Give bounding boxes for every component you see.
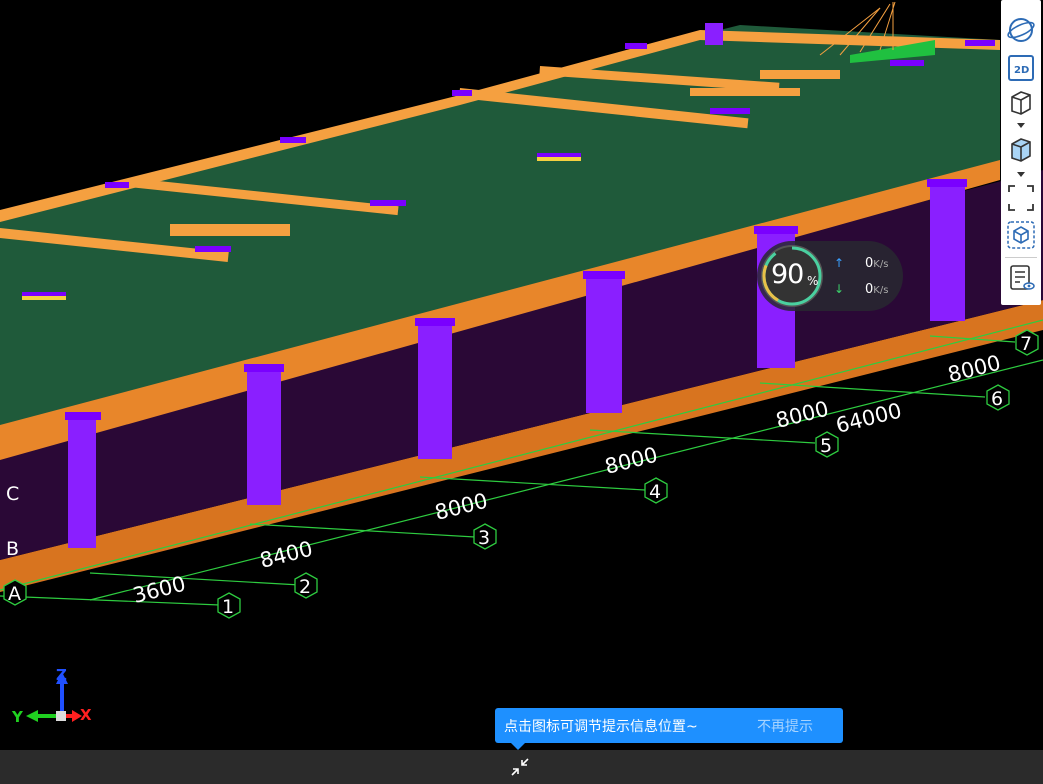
svg-text:A: A [8,583,21,605]
svg-text:7: 7 [1020,333,1032,355]
fullscreen-icon[interactable] [1005,182,1037,214]
svg-text:4: 4 [649,481,661,503]
3d-viewport[interactable]: 3600 8400 8000 8000 8000 8000 64000 1 2 … [0,0,1043,750]
performance-widget[interactable]: 90 % ↑ 0K/s ↓ 0K/s [757,241,903,311]
dim-label: 8000 [773,397,831,433]
svg-text:B: B [6,538,19,560]
building-model-scene[interactable]: 3600 8400 8000 8000 8000 8000 64000 1 2 … [0,0,1043,750]
svg-text:2D: 2D [1014,65,1029,76]
dont-show-again-link[interactable]: 不再提示 [757,716,813,736]
wireframe-cube-icon[interactable] [1005,86,1037,118]
orbit-icon[interactable] [1005,14,1037,46]
upload-rate: 0K/s [865,256,889,271]
model-cube-icon[interactable] [1005,219,1037,251]
perf-percent: 90 [771,259,804,290]
z-axis-label: Z [56,666,67,684]
column [418,322,452,459]
x-axis-label: X [80,706,92,724]
properties-icon[interactable] [1005,262,1037,294]
column [247,370,281,505]
dim-label: 8000 [432,489,490,525]
tip-message: 点击图标可调节提示信息位置~ [504,719,698,735]
svg-text:5: 5 [820,435,832,457]
column [930,183,965,321]
chevron-down-icon[interactable] [1017,172,1025,177]
column [68,418,96,548]
bottom-bar [0,750,1043,784]
svg-text:C: C [6,483,19,505]
view-toolbar: 2D [1001,0,1041,305]
dim-label: 8000 [602,443,660,479]
svg-text:3: 3 [478,527,490,549]
download-rate: 0K/s [865,282,889,297]
svg-text:1: 1 [222,596,234,618]
axis-gizmo: Z Y X [10,666,100,730]
upload-arrow-icon: ↑ [834,256,845,270]
dim-label: 8400 [257,537,315,573]
dim-label: 8000 [945,351,1003,387]
collapse-icon[interactable] [508,755,532,779]
svg-text:6: 6 [991,388,1003,410]
toolbar-divider [1005,257,1037,258]
perf-percent-unit: % [807,274,819,288]
download-arrow-icon: ↓ [834,282,845,296]
view-2d-icon[interactable]: 2D [1005,52,1037,84]
column [586,275,622,413]
tip-bubble: 点击图标可调节提示信息位置~ 不再提示 [495,708,843,750]
chevron-down-icon[interactable] [1017,123,1025,128]
column [705,23,723,45]
svg-text:2: 2 [299,576,311,598]
y-axis-label: Y [12,708,23,726]
shaded-cube-icon[interactable] [1005,133,1037,165]
tip-pointer [511,743,525,750]
